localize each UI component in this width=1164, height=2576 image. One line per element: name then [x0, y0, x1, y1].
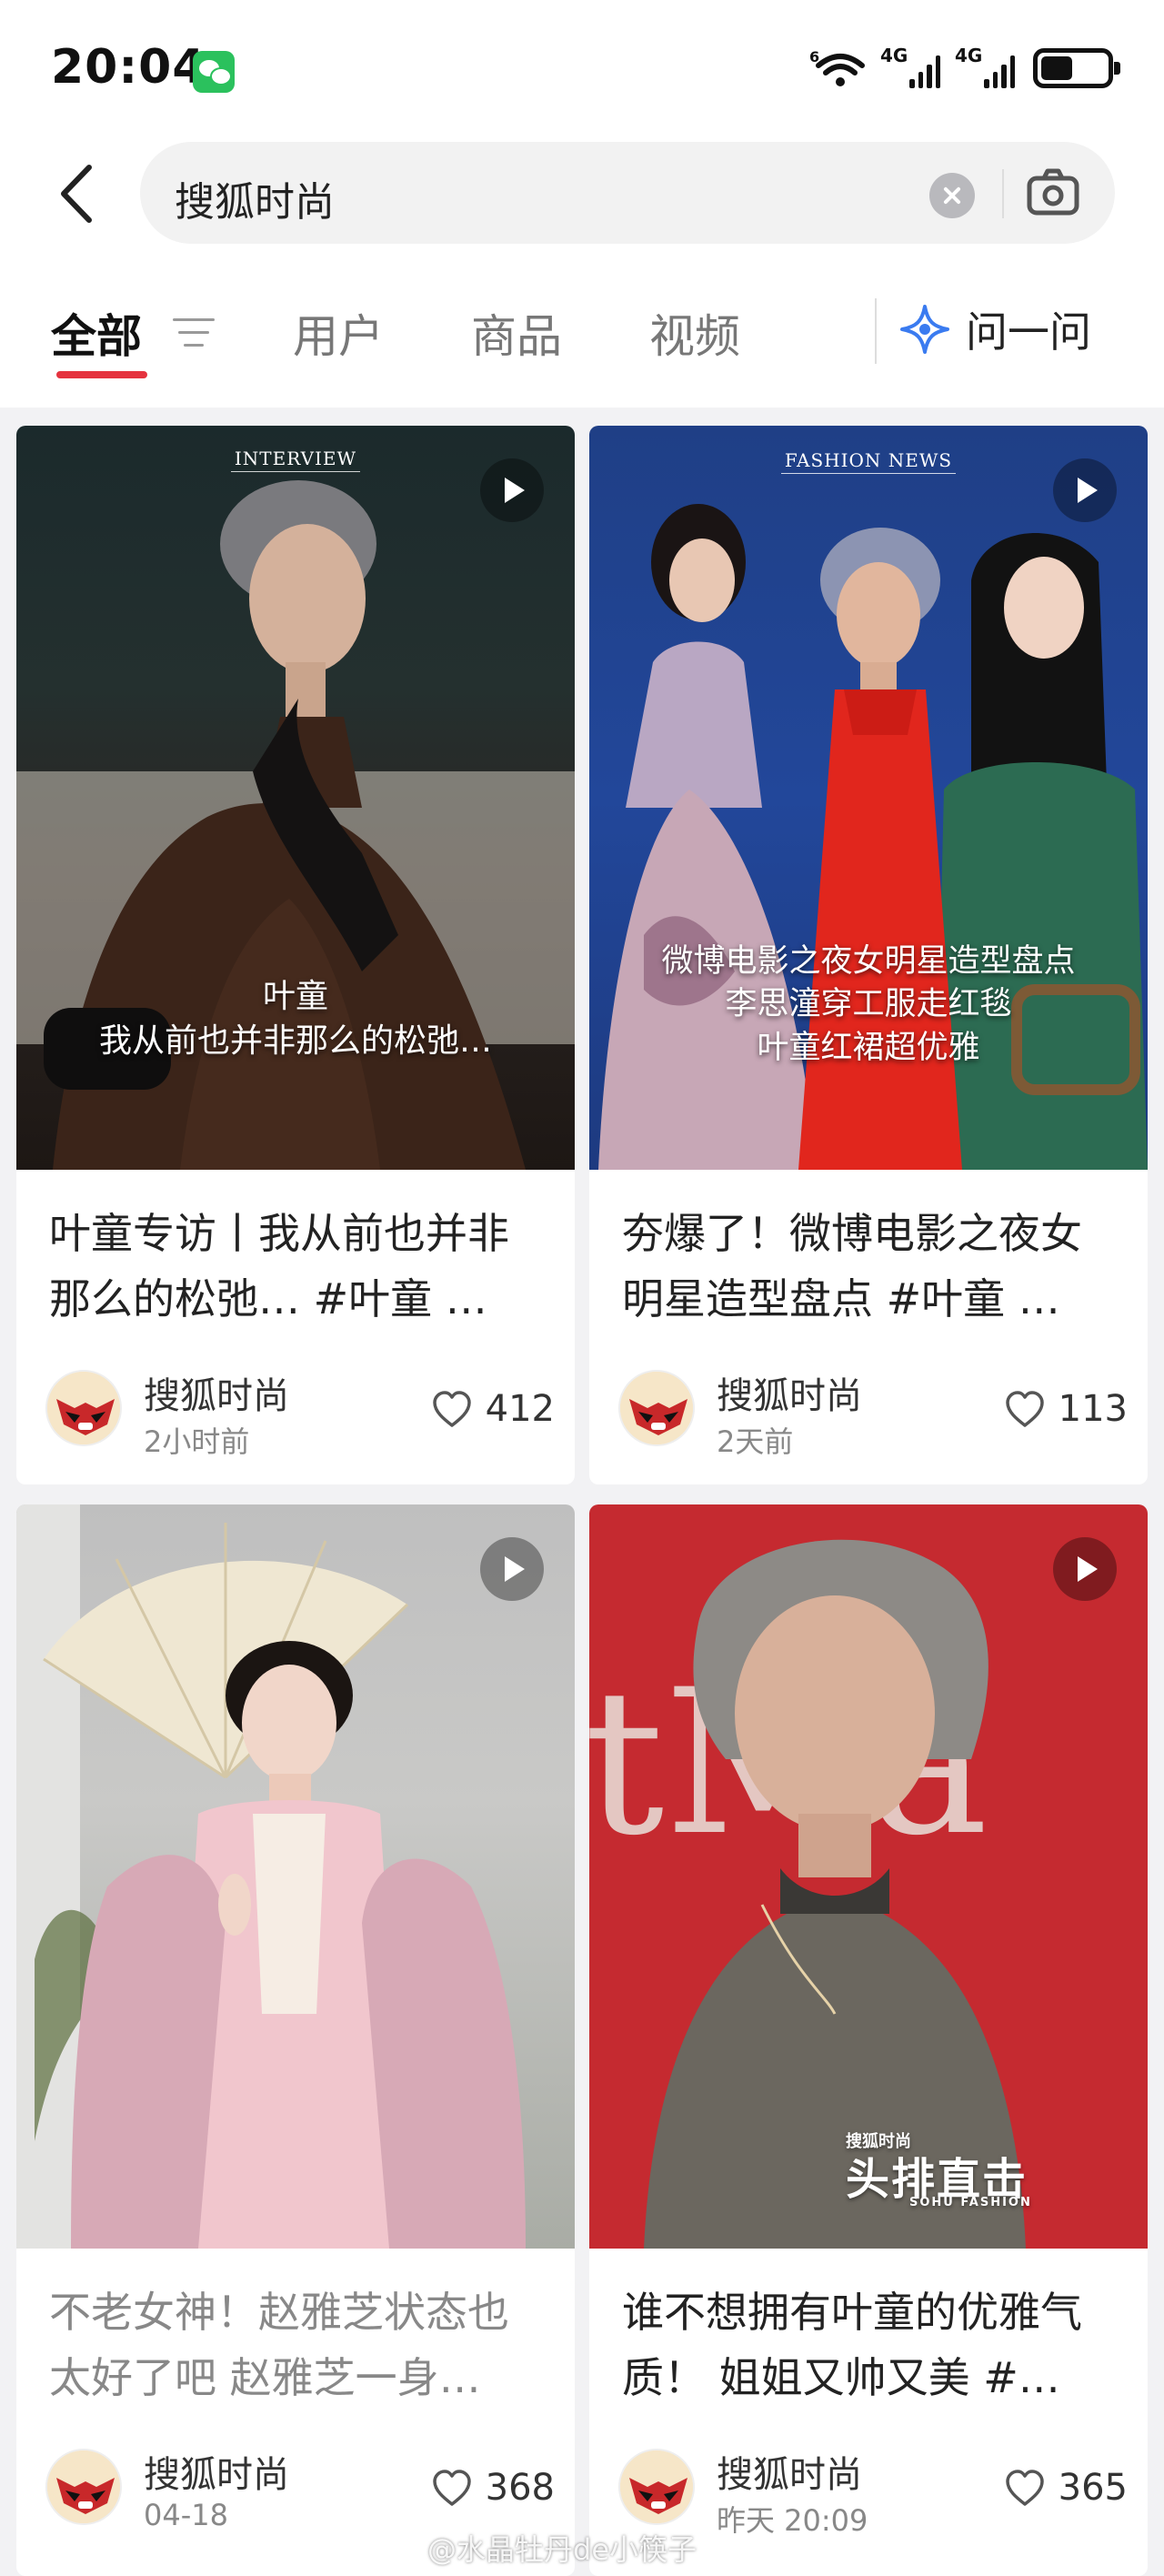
feed-card[interactable]: tMa 搜狐时尚 头排直击 SOHU FASHION 谁不想拥有叶童的优雅气质！… — [589, 1504, 1148, 2576]
author-avatar[interactable] — [618, 1370, 695, 1446]
cellular-signal-2-icon: 4G — [955, 45, 1015, 88]
play-icon[interactable] — [480, 1537, 544, 1601]
play-icon[interactable] — [480, 458, 544, 522]
network-type-2: 4G — [955, 45, 983, 66]
ask-label: 问一问 — [966, 307, 1091, 357]
card-author-row: 搜狐时尚 2天前 113 — [618, 1366, 1128, 1459]
author-avatar[interactable] — [45, 1370, 122, 1446]
like-count: 368 — [485, 2467, 555, 2509]
feed-card[interactable]: 不老女神！赵雅芝状态也太好了吧 赵雅芝一身… 搜狐时尚 04-18 368 — [16, 1504, 575, 2576]
status-time: 20:04 — [51, 40, 206, 95]
thumbnail-brand-logo: 搜狐时尚 头排直击 SOHU FASHION — [846, 2132, 1032, 2209]
tab-all[interactable]: 全部 — [51, 300, 142, 366]
video-thumbnail[interactable]: tMa 搜狐时尚 头排直击 SOHU FASHION — [589, 1504, 1148, 2249]
post-time: 04-18 — [144, 2498, 228, 2532]
author-name[interactable]: 搜狐时尚 — [144, 2445, 289, 2498]
video-thumbnail[interactable]: INTERVIEW 叶童 我从前也并非那么的松弛… — [16, 426, 575, 1170]
video-thumbnail[interactable] — [16, 1504, 575, 2249]
video-thumbnail[interactable]: FASHION NEWS 微博电影之夜女明星造型盘点 李思潼穿工服走红毯 叶童红… — [589, 426, 1148, 1170]
tab-users[interactable]: 用户 — [293, 300, 384, 366]
heart-icon — [1005, 2470, 1044, 2506]
thumbnail-caption: 微博电影之夜女明星造型盘点 李思潼穿工服走红毯 叶童红裙超优雅 — [661, 943, 1076, 1066]
search-input[interactable]: 搜狐时尚 — [140, 142, 1115, 244]
ask-button[interactable]: 问一问 — [898, 297, 1091, 362]
filter-sort-icon[interactable] — [173, 315, 215, 351]
thumbnail-illustration — [16, 1504, 526, 2249]
like-button[interactable]: 368 — [431, 2467, 555, 2509]
card-title[interactable]: 谁不想拥有叶童的优雅气质！ 姐姐又帅又美 #… — [622, 2279, 1122, 2410]
like-button[interactable]: 412 — [431, 1388, 555, 1430]
sohu-fox-logo-icon — [47, 1372, 120, 1444]
search-query-text[interactable]: 搜狐时尚 — [175, 169, 335, 227]
filter-tabs: 全部 用户 商品 视频 问一问 — [0, 251, 1164, 408]
search-header: 搜狐时尚 — [0, 136, 1164, 251]
back-arrow-icon[interactable] — [51, 162, 105, 226]
thumbnail-caption: 叶童 我从前也并非那么的松弛… — [98, 978, 492, 1060]
like-button[interactable]: 365 — [1004, 2467, 1128, 2509]
author-name[interactable]: 搜狐时尚 — [717, 2445, 862, 2498]
card-title[interactable]: 不老女神！赵雅芝状态也太好了吧 赵雅芝一身… — [49, 2279, 549, 2410]
heart-icon — [1005, 1391, 1044, 1427]
card-title[interactable]: 叶童专访丨我从前也并非那么的松弛… #叶童 … — [49, 1201, 549, 1332]
like-button[interactable]: 113 — [1004, 1388, 1128, 1430]
status-bar: 20:04 6 4G 4G — [0, 0, 1164, 136]
tab-products[interactable]: 商品 — [471, 300, 562, 366]
like-count: 113 — [1058, 1388, 1128, 1430]
status-indicators: 6 4G 4G — [809, 45, 1120, 89]
tabs-divider — [875, 298, 877, 364]
like-count: 365 — [1058, 2467, 1128, 2509]
post-time: 2天前 — [717, 1424, 794, 1459]
like-count: 412 — [485, 1388, 555, 1430]
card-author-row: 搜狐时尚 昨天 20:09 365 — [618, 2445, 1128, 2538]
feed-card[interactable]: FASHION NEWS 微博电影之夜女明星造型盘点 李思潼穿工服走红毯 叶童红… — [589, 426, 1148, 1484]
tab-videos[interactable]: 视频 — [649, 300, 740, 366]
battery-icon — [1033, 48, 1120, 88]
cellular-signal-1-icon: 4G — [880, 45, 940, 88]
heart-icon — [432, 1391, 471, 1427]
post-time: 2小时前 — [144, 1424, 250, 1459]
card-author-row: 搜狐时尚 2小时前 412 — [45, 1366, 555, 1459]
clear-search-button[interactable] — [929, 173, 975, 218]
network-type-1: 4G — [880, 45, 908, 66]
camera-search-icon[interactable] — [1024, 166, 1082, 220]
card-author-row: 搜狐时尚 04-18 368 — [45, 2445, 555, 2536]
play-icon[interactable] — [1053, 1537, 1117, 1601]
active-tab-underline — [56, 371, 147, 378]
author-avatar[interactable] — [45, 2449, 122, 2525]
play-icon[interactable] — [1053, 458, 1117, 522]
post-time: 昨天 20:09 — [717, 2503, 868, 2538]
search-divider — [1002, 169, 1004, 218]
author-avatar[interactable] — [618, 2449, 695, 2525]
author-name[interactable]: 搜狐时尚 — [144, 1366, 289, 1419]
watermark-text: @水晶牡丹de小筷子 — [427, 2532, 697, 2567]
sohu-fox-logo-icon — [47, 2450, 120, 2523]
feed-card[interactable]: INTERVIEW 叶童 我从前也并非那么的松弛… 叶童专访丨我从前也并非那么的… — [16, 426, 575, 1484]
wifi-icon: 6 — [809, 48, 865, 86]
sohu-fox-logo-icon — [620, 2450, 693, 2523]
sohu-fox-logo-icon — [620, 1372, 693, 1444]
wechat-notification-icon — [193, 51, 235, 93]
heart-icon — [432, 2470, 471, 2506]
card-title[interactable]: 夯爆了！微博电影之夜女明星造型盘点 #叶童 … — [622, 1201, 1122, 1332]
author-name[interactable]: 搜狐时尚 — [717, 1366, 862, 1419]
ai-star-icon — [900, 305, 949, 354]
